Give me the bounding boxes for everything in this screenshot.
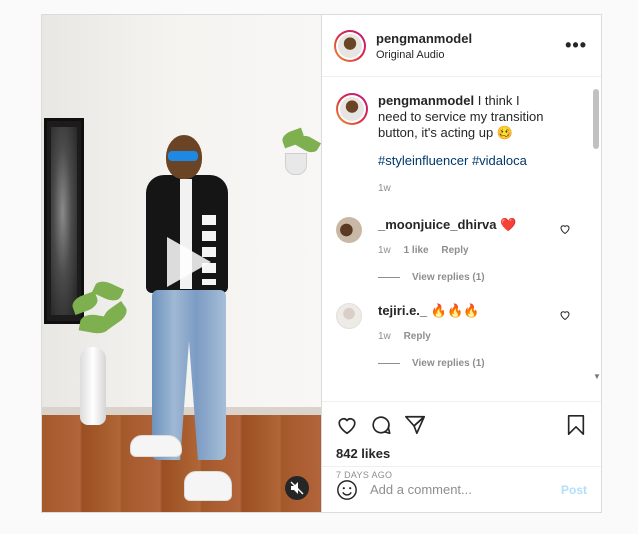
scrollbar-thumb[interactable] (593, 89, 599, 149)
comment-time[interactable]: 1w (378, 245, 391, 256)
heart-icon[interactable] (559, 223, 571, 235)
view-replies-button[interactable]: View replies (1) (378, 358, 585, 369)
post-header: pengmanmodel Original Audio ••• (322, 15, 601, 77)
comment-time[interactable]: 1w (378, 331, 391, 342)
post-card: pengmanmodel Original Audio ••• ▼ pengma… (41, 14, 602, 513)
comment-item: _moonjuice_dhirva ❤️ 1w 1 like Reply (336, 217, 585, 256)
mute-button[interactable] (285, 476, 309, 500)
comment-bubble-icon[interactable] (370, 414, 392, 436)
emoji-icon[interactable] (336, 479, 358, 501)
more-options-icon[interactable]: ••• (565, 35, 587, 56)
comment-avatar[interactable] (336, 303, 362, 329)
caption-username[interactable]: pengmanmodel (378, 93, 474, 108)
comment-input[interactable] (370, 482, 561, 497)
caption-hashtags[interactable]: #styleinfluencer #vidaloca (378, 153, 548, 169)
header-username[interactable]: pengmanmodel (376, 31, 565, 46)
avatar[interactable] (334, 29, 366, 62)
comment-item: tejiri.e._ 🔥🔥🔥 1w Reply (336, 303, 585, 342)
view-replies-label: View replies (1) (412, 272, 485, 283)
video-wall-planter (285, 153, 307, 175)
speaker-muted-icon (290, 481, 304, 495)
comments-section: ▼ pengmanmodel I think I need to service… (322, 77, 601, 401)
play-icon[interactable] (159, 235, 213, 289)
view-replies-label: View replies (1) (412, 358, 485, 369)
share-paper-plane-icon[interactable] (404, 414, 426, 436)
comment-username[interactable]: tejiri.e._ (378, 303, 427, 318)
save-bookmark-icon[interactable] (565, 414, 587, 436)
reply-button[interactable]: Reply (441, 245, 468, 256)
caption-avatar[interactable] (336, 93, 368, 125)
likes-count[interactable]: 842 likes (336, 446, 587, 461)
heart-icon[interactable] (559, 309, 571, 321)
post-side-panel: pengmanmodel Original Audio ••• ▼ pengma… (322, 15, 601, 512)
scroll-down-arrow-icon[interactable]: ▼ (593, 372, 601, 381)
comment-text: 🔥🔥🔥 (430, 303, 480, 318)
comment-avatar[interactable] (336, 217, 362, 243)
comment-username[interactable]: _moonjuice_dhirva (378, 217, 496, 232)
video-wall-painting (44, 118, 84, 324)
caption-time[interactable]: 1w (378, 183, 391, 194)
view-replies-button[interactable]: View replies (1) (378, 272, 585, 283)
like-heart-icon[interactable] (336, 414, 358, 436)
comment-likes[interactable]: 1 like (404, 245, 429, 256)
comments-scrollbar[interactable]: ▼ (593, 85, 601, 381)
video-plant-vase (80, 347, 106, 425)
header-audio-label[interactable]: Original Audio (376, 49, 565, 61)
add-comment-bar: Post (322, 466, 601, 512)
comment-text: ❤️ (500, 217, 517, 232)
video-person (130, 135, 242, 512)
reply-button[interactable]: Reply (404, 331, 431, 342)
post-button[interactable]: Post (561, 483, 587, 497)
caption: pengmanmodel I think I need to service m… (336, 93, 585, 197)
video-player[interactable] (42, 15, 322, 512)
